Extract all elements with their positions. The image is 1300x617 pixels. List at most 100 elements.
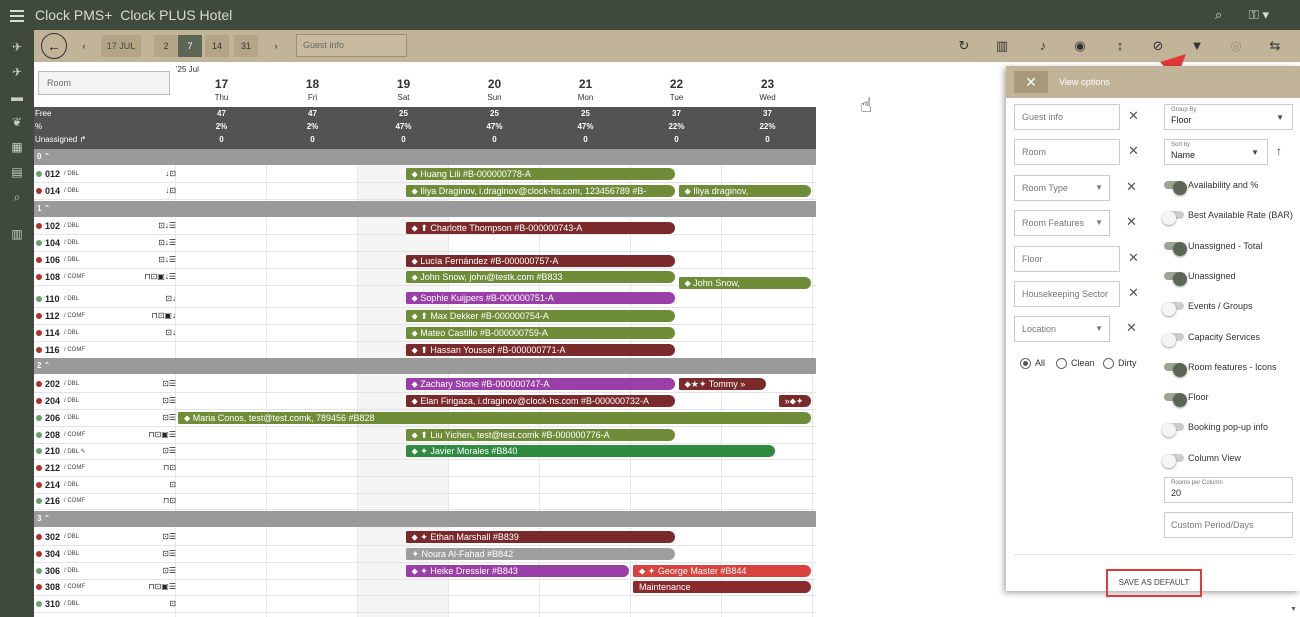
booking-bar[interactable]: ⬥ ✦ Heike Dressler #B843 [405,565,629,577]
group-by-select[interactable]: Group By Floor ▼ [1164,104,1293,130]
leaf-icon[interactable]: ❦ [10,115,24,129]
prev-icon[interactable]: ‹ [78,35,90,57]
room-row[interactable]: 216/ COMF ⊓⊡ [34,493,816,510]
room-row[interactable]: 104/ DBL ⊡↓☰ [34,235,816,252]
search-icon[interactable]: ⌕ [1215,7,1222,23]
sort-direction-icon[interactable]: ↑ [1276,144,1282,158]
range-31-button[interactable]: 31 [234,35,258,57]
booking-bar[interactable]: ⬥ John Snow, john@testk.com #B833 [405,271,675,283]
toggle-unassigned-total[interactable]: Unassigned - Total [1164,239,1262,256]
filter-housekeeping-sector-field[interactable]: Housekeeping Sector [1014,281,1120,307]
booking-bar[interactable]: ⬥ ⬆ Hassan Youssef #B-000000771-A [405,344,675,356]
filter-room-type-field[interactable]: Room Type ▼ [1014,174,1110,201]
search-side-icon[interactable]: ⌕ [10,190,24,204]
palette-icon[interactable]: ◉ [1071,37,1089,55]
booking-bar[interactable]: Maintenance [633,581,811,593]
booking-bar[interactable]: ⬥ Lucía Fernández #B-000000757-A [405,255,675,267]
stats-band: Free % Unassigned ↱ 47 47 25 25 25 37 37 2% 2% 47… [34,107,816,149]
booking-bar[interactable]: ⬥ Iliya draginov, [678,185,811,197]
toggle-column-view[interactable]: Column View [1162,451,1241,468]
rooms-per-column-input[interactable]: Rooms per Column 20 [1164,477,1293,503]
filter-room-features-field[interactable]: Room Features ▼ [1014,210,1110,237]
radio-dirty[interactable]: Dirty [1103,358,1137,370]
radio-clean[interactable]: Clean [1056,358,1095,370]
exchange-icon[interactable]: ⇆ [1266,37,1284,55]
guest-info-input[interactable]: Guest info [296,34,407,57]
clear-filter-icon[interactable]: ✕ [1128,250,1139,266]
booking-bar[interactable]: ⬥ Iliya Draginov, i.draginov@clock-hs.co… [405,185,675,197]
radio-all[interactable]: All [1020,358,1045,370]
toggle-booking-pop-up-info[interactable]: Booking pop-up info [1162,420,1268,438]
booking-bar[interactable]: ⬥ Huang Lili #B-000000778-A [405,168,675,180]
booking-bar[interactable]: ⬥ ⬆ Max Dekker #B-000000754-A [405,310,675,322]
toggle-room-features-icons[interactable]: Room features - Icons [1164,360,1277,377]
departure-icon[interactable]: ✈ [10,40,24,54]
notification-add-icon[interactable]: ♪ [1034,37,1052,55]
back-button[interactable]: ← [41,33,67,59]
sort-by-select[interactable]: Sort by Name ▼ [1164,139,1268,165]
next-icon[interactable]: › [270,35,282,57]
toggle-floor[interactable]: Floor [1164,390,1209,408]
clear-filter-icon[interactable]: ✕ [1126,179,1137,195]
booking-bar[interactable]: ⬥ Elan Firigaza, i.draginov@clock-hs.com… [405,395,675,407]
booking-bar[interactable]: ⬥ Zachary Stone #B-000000747-A [405,378,675,390]
menu-icon[interactable] [10,7,24,23]
room-row[interactable]: 310/ DBL ⊡ [34,596,816,613]
document-icon[interactable]: ▤ [10,165,24,179]
key-icon[interactable]: ⚿ ▾ [1249,7,1269,23]
toggle-availability-and-[interactable]: Availability and % [1164,178,1258,195]
toggle-unassigned[interactable]: Unassigned [1164,269,1236,286]
filter-floor-field[interactable]: Floor [1014,245,1120,272]
stat-pct: 2% [306,122,319,131]
clear-filter-icon[interactable]: ✕ [1126,214,1137,230]
save-as-default-button[interactable]: SAVE AS DEFAULT [1106,569,1202,597]
booking-bar[interactable]: ⬥★✦ Tommy » [678,378,766,390]
toggle-best-available-rate-bar-[interactable]: Best Available Rate (BAR) [1162,208,1293,226]
date-button[interactable]: 17 JUL [101,35,141,57]
booking-bar[interactable]: ✦ Noura Al-Fahad #B842 [405,548,675,560]
toggle-capacity-services[interactable]: Capacity Services [1162,330,1260,347]
room-search-input[interactable]: Room [38,71,170,95]
booking-bar[interactable]: ⬥ ✦ George Master #B844 [633,565,811,577]
floor-header[interactable]: 3 ⌃ [34,511,816,527]
height-icon[interactable]: ↕ [1111,37,1129,55]
booking-bar[interactable]: »⬥✦ [778,395,811,407]
floor-header[interactable]: 2 ⌃ [34,358,816,374]
floor-header[interactable]: 1 ⌃ [34,201,816,217]
custom-period-input[interactable]: Custom Period/Days [1164,512,1293,538]
focus-icon[interactable]: ◎ [1227,37,1245,55]
clear-filter-icon[interactable]: ✕ [1128,143,1139,159]
bed-icon[interactable]: ▬ [10,90,24,104]
booking-bar[interactable]: ⬥ Maria Conos, test@test.comk, 789456 #B… [178,412,811,424]
booking-bar[interactable]: ⬥ ⬆ Liu Yichen, test@test.comk #B-000000… [405,429,675,441]
booking-bar[interactable]: ⬥ ✦ Javier Morales #B840 [405,445,775,457]
scroll-down-icon[interactable]: ▼ [1290,606,1297,613]
filter-location-field[interactable]: Location ▼ [1014,316,1110,343]
clear-filter-icon[interactable]: ✕ [1128,108,1139,124]
refresh-icon[interactable]: ↻ [955,37,973,55]
toggle-label: Best Available Rate (BAR) [1188,210,1293,221]
booking-bar[interactable]: ⬥ Sophie Kuijpers #B-000000751-A [405,292,675,304]
range-2-button[interactable]: 2 [154,35,178,57]
booking-bar[interactable]: ⬥ ✦ Ethan Marshall #B839 [405,531,675,543]
range-14-button[interactable]: 14 [205,35,229,57]
booking-bar[interactable]: ⬥ ⬆ Charlotte Thompson #B-000000743-A [405,222,675,234]
arrival-icon[interactable]: ✈ [10,65,24,79]
filter-guest-info-field[interactable]: Guest info [1014,104,1120,130]
filter-room-field[interactable]: Room [1014,139,1120,166]
close-panel-button[interactable]: ✕ [1014,71,1048,93]
range-7-button[interactable]: 7 [178,35,202,57]
booking-bar[interactable]: ⬥ John Snow, [678,277,811,289]
calendar-icon[interactable]: ▦ [10,140,24,154]
toggle-events-groups[interactable]: Events / Groups [1162,299,1253,317]
booking-bar[interactable]: ⬥ Mateo Castillo #B-000000759-A [405,327,675,339]
columns-icon[interactable]: ▥ [993,37,1011,55]
room-row[interactable]: 212/ COMF ⊓⊡ [34,460,816,477]
book-icon[interactable]: ▥ [10,227,24,241]
room-row[interactable]: 214/ DBL ⊡ [34,477,816,494]
clear-filter-icon[interactable]: ✕ [1128,285,1139,301]
clear-filter-icon[interactable]: ✕ [1126,320,1137,336]
stat-free: 25 [581,109,590,118]
filter-icon[interactable]: ▼ [1188,37,1206,55]
floor-header[interactable]: 0 ⌃ [34,149,816,165]
